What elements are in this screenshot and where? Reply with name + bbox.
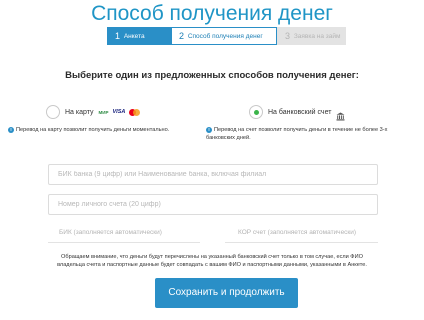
bik-input[interactable] [48,164,378,185]
step-2-receipt-method[interactable]: 2 Способ получения денег [171,27,277,45]
progress-steps: 1 Анкета 2 Способ получения денег 3 Заяв… [107,27,346,45]
step-1-questionnaire[interactable]: 1 Анкета [107,27,171,45]
account-note-text: Перевод на счет позволит получить деньги… [206,127,388,141]
visa-logo: VISA [112,109,126,115]
card-note: ! Перевод на карту позволит получить день… [8,126,208,134]
method-question: Выберите один из предложенных способов п… [65,70,359,81]
step-label: Анкета [123,33,145,40]
card-option-label: На карту [65,108,94,116]
step-3-loan-request: 3 Заявка на займ [277,27,346,45]
step-label: Способ получения денег [187,33,263,40]
bik-auto-field: БИК (заполняется автоматически) [48,229,200,243]
card-note-text: Перевод на карту позволит получить деньг… [16,127,170,133]
kor-account-auto-field: КОР счет (заполняется автоматически) [225,229,378,243]
page-title: Способ получения денег [91,2,333,25]
account-number-input[interactable] [48,194,378,215]
step-number: 3 [285,31,291,41]
option-bank-account[interactable]: На банковский счет [249,103,345,121]
bank-icon [336,108,345,120]
card-radio[interactable] [46,105,60,119]
bank-account-option-label: На банковский счет [268,108,332,116]
mastercard-logo [129,108,141,116]
info-icon: ! [206,127,212,133]
disclaimer-text: Обращаем внимание, что деньги будут пере… [57,254,367,268]
step-number: 2 [179,31,185,41]
step-number: 1 [115,31,121,41]
bank-account-radio[interactable] [249,105,263,119]
save-continue-button[interactable]: Сохранить и продолжить [155,278,298,308]
mir-logo: МИР [98,109,109,115]
step-label: Заявка на займ [293,33,341,40]
option-card[interactable]: На карту МИР VISA [46,103,141,121]
info-icon: ! [8,127,14,133]
account-note: ! Перевод на счет позволит получить деньг… [206,126,406,142]
